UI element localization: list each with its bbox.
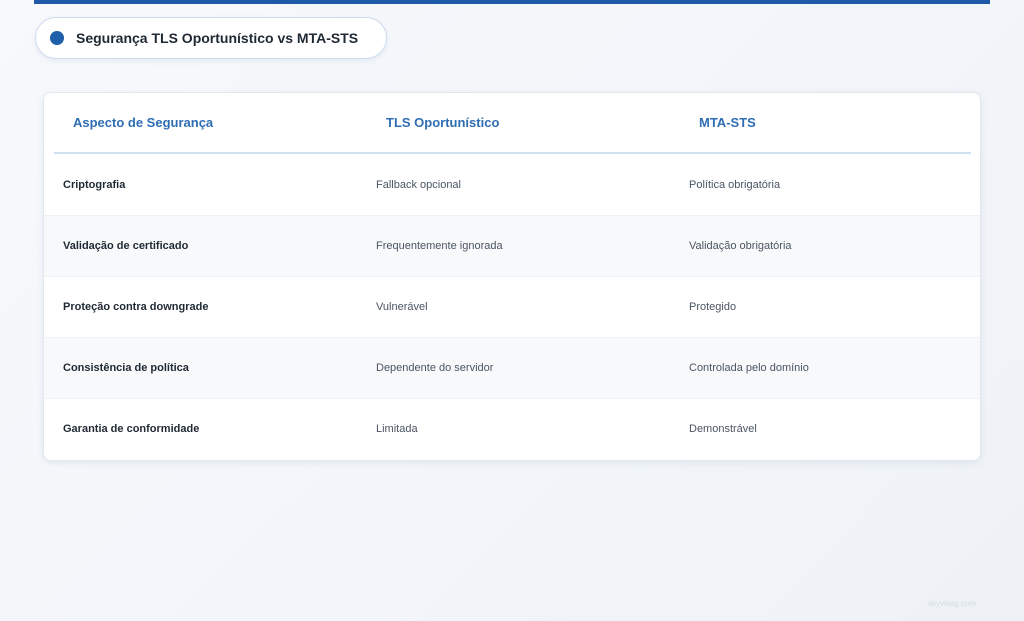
row-tls-value: Limitada — [376, 423, 418, 435]
table-row: Criptografia Fallback opcional Política … — [44, 155, 980, 216]
title-pill: Segurança TLS Oportunístico vs MTA-STS — [35, 17, 388, 59]
table-row: Proteção contra downgrade Vulnerável Pro… — [44, 277, 980, 338]
top-accent-bar — [34, 0, 990, 4]
row-mta-sts-value: Demonstrável — [689, 423, 757, 435]
table-row: Validação de certificado Frequentemente … — [44, 216, 980, 277]
row-tls-value: Dependente do servidor — [376, 362, 494, 374]
row-aspect: Criptografia — [63, 179, 126, 191]
row-aspect: Garantia de conformidade — [63, 423, 200, 435]
table-row: Garantia de conformidade Limitada Demons… — [44, 399, 980, 460]
row-mta-sts-value: Validação obrigatória — [689, 240, 792, 252]
row-aspect: Consistência de política — [63, 362, 189, 374]
page-title: Segurança TLS Oportunístico vs MTA-STS — [76, 30, 359, 46]
row-mta-sts-value: Protegido — [689, 301, 737, 313]
table-row: Consistência de política Dependente do s… — [44, 338, 980, 399]
header-aspect: Aspecto de Segurança — [73, 115, 214, 130]
header-mta-sts: MTA-STS — [699, 115, 756, 130]
row-aspect: Proteção contra downgrade — [63, 301, 209, 313]
bullet-dot-icon — [50, 31, 64, 45]
row-tls-value: Vulnerável — [376, 301, 428, 313]
row-aspect: Validação de certificado — [63, 240, 189, 252]
watermark: skyvisag.com — [927, 599, 976, 608]
row-mta-sts-value: Controlada pelo domínio — [689, 362, 809, 374]
table-header: Aspecto de Segurança TLS Oportunístico M… — [54, 93, 971, 154]
row-mta-sts-value: Política obrigatória — [689, 179, 781, 191]
comparison-table: Aspecto de Segurança TLS Oportunístico M… — [43, 92, 981, 461]
header-tls: TLS Oportunístico — [386, 115, 500, 130]
row-tls-value: Frequentemente ignorada — [376, 240, 503, 252]
row-tls-value: Fallback opcional — [376, 179, 461, 191]
